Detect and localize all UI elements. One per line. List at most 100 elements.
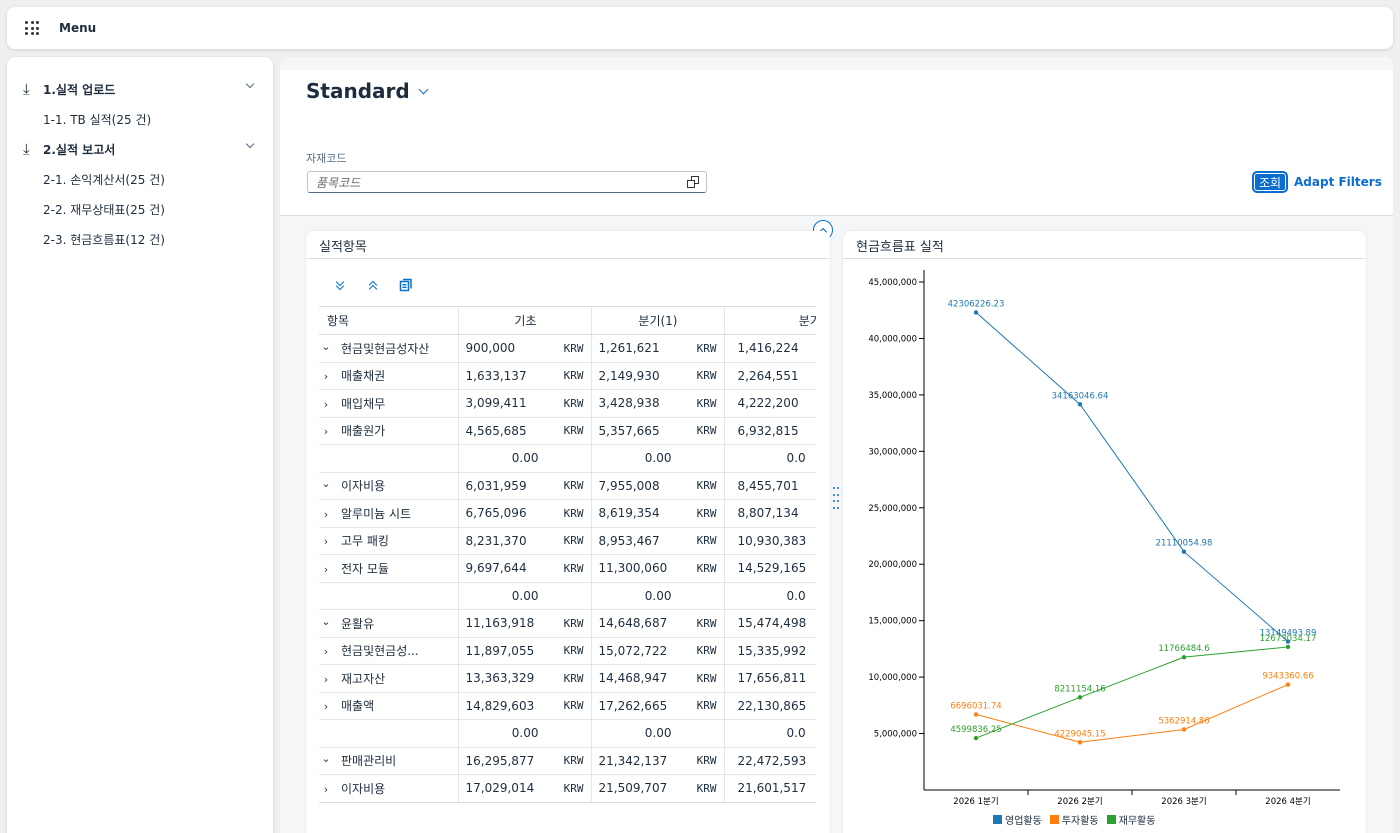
chevron-down-icon[interactable] <box>245 79 255 89</box>
amount: 13,363,329 <box>465 671 535 686</box>
legend-item[interactable]: 영업활동 <box>993 812 1042 827</box>
amount: 4,565,685 <box>465 423 527 438</box>
table-row[interactable]: ⌄ 윤활유 11,163,918 KRW 14,648,687 KRW 15,474,498 <box>319 609 816 638</box>
value-cell: 9,697,644 KRW <box>458 554 592 583</box>
value-cell: 1,416,224 <box>724 334 816 363</box>
variant-selector[interactable]: Standard <box>306 79 429 103</box>
nav-item-income-statement[interactable]: 2-1. 손익계산서(25 건) <box>43 169 165 189</box>
currency: KRW <box>696 341 717 355</box>
table-row[interactable]: › 매입채무 3,099,411 KRW 3,428,938 KRW 4,222,200 <box>319 389 816 418</box>
table-header-row: 항목 기초 분기(1) 분기( <box>319 306 816 335</box>
row-name-cell <box>319 719 459 748</box>
currency: KRW <box>696 754 717 768</box>
table-row[interactable]: ⌄ 이자비용 6,031,959 KRW 7,955,008 KRW 8,455,701 <box>319 472 816 500</box>
menu-label[interactable]: Menu <box>59 21 96 35</box>
value-cell: 5,357,665 KRW <box>591 417 725 445</box>
amount: 6,765,096 <box>465 506 527 521</box>
amount: 5,357,665 <box>598 423 660 438</box>
value-cell: 0.00 <box>458 719 592 748</box>
chevron-right-icon[interactable]: › <box>319 508 333 521</box>
legend-label: 재무활동 <box>1118 816 1156 827</box>
nav-item-cash-flow[interactable]: 2-3. 현금흐름표(12 건) <box>43 229 165 249</box>
amount: 4,222,200 <box>737 396 799 411</box>
go-button[interactable]: 조회 <box>1252 171 1288 193</box>
value-cell: 17,029,014 KRW <box>458 774 592 802</box>
adapt-filters-button[interactable]: Adapt Filters <box>1294 171 1382 193</box>
nav-group-upload[interactable]: ⤓ 1.실적 업로드 <box>23 77 259 101</box>
column-header[interactable]: 분기(1) <box>591 306 725 335</box>
value-cell: 0.00 <box>591 582 725 610</box>
legend-item[interactable]: 재무활동 <box>1106 812 1156 827</box>
table-row[interactable]: › 고무 패킹 8,231,370 KRW 8,953,467 KRW 10,930,383 <box>319 527 816 555</box>
table-row[interactable]: 0.00 0.00 0.0 <box>319 444 816 473</box>
chevron-right-icon[interactable]: › <box>319 370 333 383</box>
chevron-right-icon[interactable]: › <box>319 673 333 686</box>
chart-panel: 현금흐름표 실적 <box>843 231 1366 833</box>
amount: 1,261,621 <box>598 341 660 356</box>
legend-item[interactable]: 투자활동 <box>1049 812 1099 827</box>
currency: KRW <box>563 369 584 383</box>
column-header[interactable]: 항목 <box>319 306 459 335</box>
value-cell: 15,474,498 <box>724 609 816 638</box>
value-cell: 8,953,467 KRW <box>591 527 725 555</box>
chevron-down-icon[interactable] <box>245 139 255 149</box>
amount: 15,474,498 <box>737 616 807 631</box>
shell-bar: Menu <box>7 7 1393 49</box>
table-row[interactable]: › 매출원가 4,565,685 KRW 5,357,665 KRW 6,932,815 <box>319 417 816 445</box>
table-row[interactable]: › 매출채권 1,633,137 KRW 2,149,930 KRW 2,264,551 <box>319 362 816 390</box>
table-row[interactable]: › 전자 모듈 9,697,644 KRW 11,300,060 KRW 14,529,16… <box>319 554 816 583</box>
table-row[interactable]: › 이자비용 17,029,014 KRW 21,509,707 KRW 21,601,51… <box>319 774 816 802</box>
chevron-down-icon[interactable]: ⌄ <box>319 477 333 490</box>
amount: 8,455,701 <box>737 478 799 493</box>
splitter-grip-icon[interactable] <box>833 487 839 511</box>
table-row[interactable]: › 현금및현금성... 11,897,055 KRW 15,072,722 KRW 15,3… <box>319 637 816 665</box>
collapse-all-button[interactable] <box>365 277 381 294</box>
chevron-right-icon[interactable]: › <box>319 700 333 713</box>
chevron-right-icon[interactable]: › <box>319 425 333 438</box>
value-help-icon[interactable] <box>687 176 699 188</box>
row-label: 매출액 <box>341 699 375 714</box>
table-row[interactable]: › 매출액 14,829,603 KRW 17,262,665 KRW 22,130,865 <box>319 692 816 720</box>
amount: 14,468,947 <box>598 671 668 686</box>
table-row[interactable]: ⌄ 판매관리비 16,295,877 KRW 21,342,137 KRW 22,472,5… <box>319 747 816 775</box>
table-row[interactable]: 0.00 0.00 0.0 <box>319 582 816 610</box>
download-arrow-icon: ⤓ <box>23 80 30 98</box>
chevron-down-icon[interactable]: ⌄ <box>319 752 333 765</box>
column-header[interactable]: 기초 <box>458 306 592 335</box>
material-code-input[interactable]: 품목코드 <box>307 171 707 193</box>
column-header[interactable]: 분기( <box>724 306 816 335</box>
chevron-down-icon[interactable]: ⌄ <box>319 615 333 628</box>
nav-item-balance-sheet[interactable]: 2-2. 재무상태표(25 건) <box>43 199 165 219</box>
chevron-right-icon[interactable]: › <box>319 535 333 548</box>
app-grid-icon[interactable] <box>25 21 39 35</box>
row-name-cell: › 이자비용 <box>319 774 459 802</box>
table-row[interactable]: › 알루미늄 시트 6,765,096 KRW 8,619,354 KRW 8,807,13… <box>319 499 816 528</box>
chevron-right-icon[interactable]: › <box>319 563 333 576</box>
expand-all-button[interactable] <box>332 277 348 293</box>
nav-item-tb[interactable]: 1-1. TB 실적(25 건) <box>43 109 151 129</box>
chevron-right-icon[interactable]: › <box>319 783 333 796</box>
currency: KRW <box>696 424 717 438</box>
chart-legend: 영업활동 투자활동 재무활동 <box>993 812 1155 827</box>
amount: 11,163,918 <box>465 616 535 631</box>
amount: 2,264,551 <box>737 368 799 383</box>
chevron-down-icon[interactable]: ⌄ <box>319 340 333 353</box>
row-name-cell: › 매입채무 <box>319 389 459 418</box>
copy-button[interactable] <box>398 277 414 293</box>
legend-label: 영업활동 <box>1005 816 1042 827</box>
table-row[interactable]: ⌄ 현금및현금성자산 900,000 KRW 1,261,621 KRW 1,416,224 <box>319 334 816 363</box>
chevron-down-icon[interactable] <box>418 84 429 95</box>
table-row[interactable]: 0.00 0.00 0.0 <box>319 719 816 748</box>
currency: KRW <box>696 561 717 575</box>
value-cell: 6,765,096 KRW <box>458 499 592 528</box>
nav-group-report[interactable]: ⤓ 2.실적 보고서 <box>23 137 259 161</box>
value-cell: 900,000 KRW <box>458 334 592 363</box>
legend-swatch <box>993 815 1002 824</box>
chevron-right-icon[interactable]: › <box>319 645 333 658</box>
currency: KRW <box>563 424 584 438</box>
amount: 22,472,593 <box>737 753 807 768</box>
table-row[interactable]: › 재고자산 13,363,329 KRW 14,468,947 KRW 17,656,81… <box>319 664 816 693</box>
currency: KRW <box>563 479 584 493</box>
chevron-right-icon[interactable]: › <box>319 398 333 411</box>
row-label: 고무 패킹 <box>341 534 389 549</box>
